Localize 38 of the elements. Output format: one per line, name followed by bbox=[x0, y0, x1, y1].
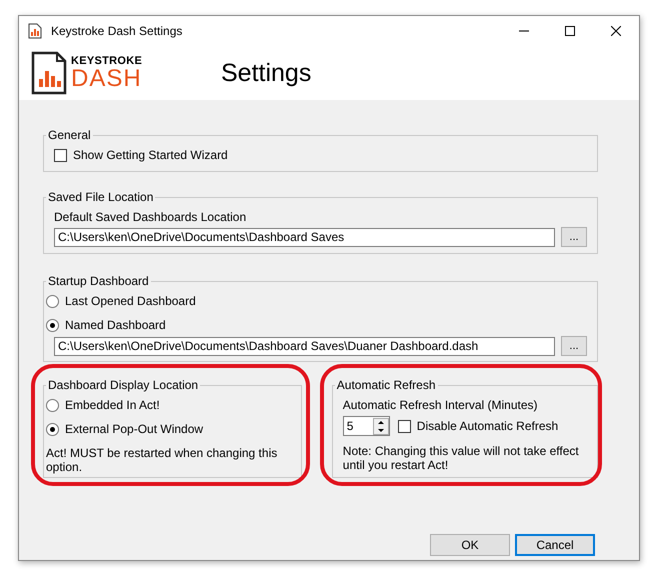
radio-button[interactable] bbox=[46, 318, 59, 332]
path-field[interactable]: C:\Users\ken\OneDrive\Documents\Dashboard Saves bbox=[54, 228, 555, 246]
group-title: Dashboard Display Location bbox=[47, 378, 200, 392]
group-title: Automatic Refresh bbox=[336, 378, 437, 392]
radio-button[interactable] bbox=[46, 294, 59, 308]
field-label: Default Saved Dashboards Location bbox=[54, 210, 248, 224]
checkbox-label: Disable Automatic Refresh bbox=[416, 419, 558, 433]
logo-icon bbox=[31, 51, 67, 95]
radio-label: Named Dashboard bbox=[65, 318, 166, 332]
note-text: Act! MUST be restarted when changing this option. bbox=[46, 446, 278, 474]
group-title: Startup Dashboard bbox=[47, 274, 150, 288]
maximize-icon[interactable] bbox=[565, 26, 575, 36]
checkbox[interactable] bbox=[398, 420, 411, 432]
dialog-heading: Settings bbox=[221, 58, 312, 88]
browse-button[interactable]: ... bbox=[561, 227, 587, 247]
browse-button[interactable]: ... bbox=[561, 336, 587, 356]
group-title: General bbox=[47, 128, 92, 142]
note-text: Note: Changing this value will not take effect until you restart Act! bbox=[342, 445, 580, 473]
checkbox[interactable] bbox=[54, 148, 67, 162]
close-icon[interactable] bbox=[611, 26, 621, 36]
path-field[interactable]: C:\Users\ken\OneDrive\Documents\Dashboard Saves\Duaner Dashboard.dash bbox=[54, 336, 555, 356]
group-title: Saved File Location bbox=[47, 190, 154, 204]
radio-button[interactable] bbox=[46, 398, 59, 412]
interval-spinner[interactable]: 5 bbox=[342, 416, 390, 436]
logo-text: DASH bbox=[71, 66, 142, 90]
checkbox-label: Show Getting Started Wizard bbox=[73, 148, 228, 162]
radio-button[interactable] bbox=[46, 422, 59, 436]
field-label: Automatic Refresh Interval (Minutes) bbox=[342, 398, 539, 412]
spin-arrows-icon[interactable] bbox=[372, 418, 389, 434]
app-icon bbox=[27, 23, 43, 39]
logo-text: KEYSTROKE bbox=[71, 56, 142, 66]
dialog-button[interactable]: OK bbox=[430, 534, 510, 556]
dialog-button[interactable]: Cancel bbox=[515, 534, 595, 556]
spinner-value: 5 bbox=[346, 419, 354, 433]
window-title: Keystroke Dash Settings bbox=[51, 24, 184, 38]
radio-label: Embedded In Act! bbox=[65, 398, 160, 412]
radio-label: External Pop-Out Window bbox=[65, 422, 204, 436]
radio-label: Last Opened Dashboard bbox=[65, 294, 196, 308]
